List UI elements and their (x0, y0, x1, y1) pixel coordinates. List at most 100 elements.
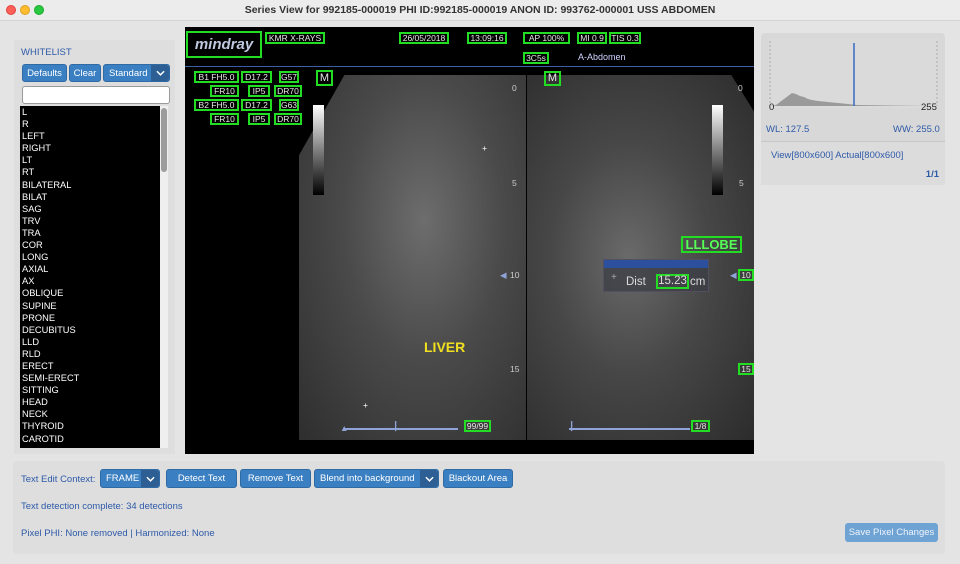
whitelist-item[interactable]: TRA (20, 227, 160, 239)
detection-tis[interactable]: TIS 0.3 (609, 32, 641, 44)
detection-time[interactable]: 13:09:16 (467, 32, 507, 44)
whitelist-item[interactable]: NECK (20, 408, 160, 420)
depth-tick-0: 0 (512, 83, 517, 93)
scrollbar-thumb[interactable] (161, 108, 167, 172)
context-select[interactable]: FRAME (100, 469, 160, 488)
detection-frame-left[interactable]: 99/99 (464, 420, 491, 432)
chevron-down-icon (151, 65, 169, 81)
whitelist-item[interactable]: HEAD (20, 396, 160, 408)
whitelist-item[interactable]: CAROTID (20, 433, 160, 445)
image-viewer[interactable]: mindray KMR X-RAYS 26/05/2018 13:09:16 A… (185, 27, 754, 454)
detection-b2-label[interactable]: B2 FH5.0 (194, 99, 239, 111)
cine-cursor-left: ┃ (393, 421, 399, 431)
whitelist-scrollbar[interactable] (160, 106, 168, 448)
detection-ap[interactable]: AP 100% (523, 32, 570, 44)
detection-b2-fr[interactable]: FR10 (210, 113, 239, 125)
blend-mode-value: Blend into background (320, 473, 415, 484)
whitelist-item[interactable]: L (20, 106, 160, 118)
depth-tick-right-0: 0 (738, 83, 743, 93)
whitelist-item[interactable]: AX (20, 275, 160, 287)
whitelist-item[interactable]: BILAT (20, 191, 160, 203)
caliper-plus-icon: + (363, 400, 368, 410)
cine-bar-left (343, 428, 458, 430)
detection-marker-m2[interactable]: M (544, 71, 561, 86)
whitelist-panel: WHITELIST Defaults Clear Standard L R LEFT… (14, 40, 175, 454)
preset-select[interactable]: Standard (103, 64, 170, 82)
depth-tick-5: 5 (512, 178, 517, 188)
preset-select-value: Standard (109, 67, 148, 79)
detection-b1-g[interactable]: G57 (279, 71, 299, 83)
blackout-area-button[interactable]: Blackout Area (443, 469, 513, 488)
focus-marker-right: ◀ (730, 270, 737, 280)
whitelist-item[interactable]: SEMI-ERECT (20, 372, 160, 384)
text-edit-panel: Text Edit Context: FRAME Detect Text Rem… (13, 461, 945, 554)
detection-distance-value[interactable]: 15.23 (656, 274, 689, 289)
whitelist-item[interactable]: RT (20, 166, 160, 178)
whitelist-item[interactable]: RLD (20, 348, 160, 360)
detection-b1-label[interactable]: B1 FH5.0 (194, 71, 239, 83)
clear-button[interactable]: Clear (69, 64, 101, 82)
focus-marker-left: ◀ (500, 270, 507, 280)
whitelist-item[interactable]: TRV (20, 215, 160, 227)
detection-b2-ip[interactable]: IP5 (248, 113, 270, 125)
caliper-plus-icon: + (482, 143, 487, 153)
whitelist-item[interactable]: LLD (20, 336, 160, 348)
detection-b1-fr[interactable]: FR10 (210, 85, 239, 97)
whitelist-item[interactable]: SUPINE (20, 300, 160, 312)
blend-mode-select[interactable]: Blend into background (314, 469, 439, 488)
cine-bar-right (569, 428, 690, 430)
detection-b1-d[interactable]: D17.2 (241, 71, 272, 83)
detection-date[interactable]: 26/05/2018 (399, 32, 449, 44)
whitelist-item[interactable]: PRONE (20, 312, 160, 324)
detection-b2-g[interactable]: G63 (279, 99, 299, 111)
whitelist-item[interactable]: SITTING (20, 384, 160, 396)
detection-institution[interactable]: KMR X-RAYS (265, 32, 325, 44)
distance-unit: cm (690, 276, 706, 288)
whitelist-item[interactable]: ERECT (20, 360, 160, 372)
whitelist-item[interactable]: RIGHT (20, 142, 160, 154)
whitelist-list[interactable]: L R LEFT RIGHT LT RT BILATERAL BILAT SAG TRV TRA CO… (20, 106, 160, 448)
detection-lobe-label[interactable]: LLLOBE (681, 236, 742, 253)
whitelist-title: WHITELIST (21, 47, 72, 58)
whitelist-item[interactable]: DECUBITUS (20, 324, 160, 336)
detect-text-button[interactable]: Detect Text (166, 469, 237, 488)
detection-frame-right[interactable]: 1/8 (691, 420, 710, 432)
whitelist-item[interactable]: LEFT (20, 130, 160, 142)
detection-mi[interactable]: MI 0.9 (577, 32, 607, 44)
distance-label: Dist (626, 276, 646, 288)
window-width-label: WW: 255.0 (893, 124, 940, 135)
whitelist-item[interactable]: LONG (20, 251, 160, 263)
save-pixel-changes-button[interactable]: Save Pixel Changes (845, 523, 938, 542)
remove-text-button[interactable]: Remove Text (240, 469, 311, 488)
whitelist-item[interactable]: AXIAL (20, 263, 160, 275)
histogram-min-label: 0 (769, 102, 775, 113)
detection-b2-d[interactable]: D17.2 (241, 99, 272, 111)
detection-b1-dr[interactable]: DR70 (274, 85, 302, 97)
depth-tick-right-5: 5 (739, 178, 744, 188)
whitelist-item[interactable]: LT (20, 154, 160, 166)
whitelist-item[interactable]: R (20, 118, 160, 130)
detection-probe[interactable]: 3C5s (523, 52, 549, 64)
organ-label: LIVER (424, 339, 466, 355)
detection-marker-m1[interactable]: M (316, 70, 333, 86)
detection-depth-right-10[interactable]: 10 (738, 269, 754, 281)
detection-status: Text detection complete: 34 detections (21, 501, 183, 512)
ultrasound-image-left (299, 75, 526, 440)
detection-b2-dr[interactable]: DR70 (274, 113, 302, 125)
whitelist-item[interactable]: COR (20, 239, 160, 251)
page-indicator: 1/1 (925, 169, 939, 180)
whitelist-item[interactable]: BILATERAL (20, 179, 160, 191)
detection-depth-right-15[interactable]: 15 (738, 363, 754, 375)
whitelist-filter-input[interactable] (22, 86, 170, 104)
measurement-box: + Dist 15.23 cm (603, 259, 709, 292)
histogram-chart[interactable] (768, 39, 939, 108)
histogram-max-label: 255 (921, 102, 937, 113)
detection-logo[interactable]: mindray (186, 31, 262, 58)
cine-start-marker: ▲ (340, 423, 349, 433)
measurement-header (604, 260, 708, 268)
detection-b1-ip[interactable]: IP5 (248, 85, 270, 97)
whitelist-item[interactable]: OBLIQUE (20, 287, 160, 299)
defaults-button[interactable]: Defaults (22, 64, 67, 82)
whitelist-item[interactable]: SAG (20, 203, 160, 215)
whitelist-item[interactable]: THYROID (20, 420, 160, 432)
